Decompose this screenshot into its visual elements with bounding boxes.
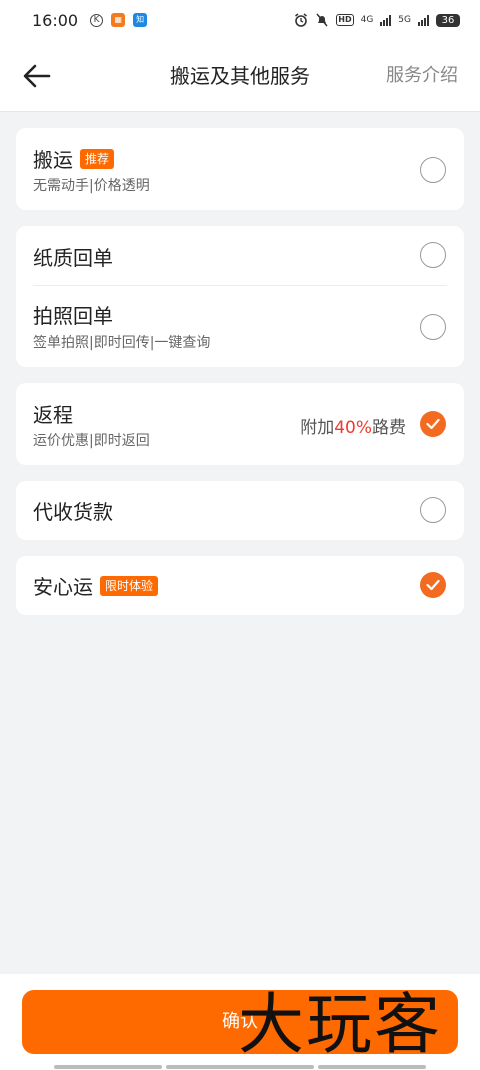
network-4g: 4G: [360, 15, 374, 25]
service-row-return-trip[interactable]: 返程 运价优惠|即时返回 附加40%路费: [16, 383, 464, 465]
radio-return-trip[interactable]: [420, 411, 446, 437]
home-indicator: [318, 1065, 426, 1069]
taobao-app-icon: ▦: [111, 13, 126, 27]
recommend-tag: 推荐: [80, 148, 115, 169]
network-5g: 5G: [398, 15, 411, 25]
bottom-bar: 确认: [0, 974, 480, 1070]
confirm-button[interactable]: 确认: [22, 990, 458, 1054]
checkmark-icon: [426, 579, 440, 591]
surcharge-suffix: 路费: [372, 418, 406, 438]
radio-moving[interactable]: [420, 157, 446, 183]
radio-paper-receipt[interactable]: [420, 242, 446, 268]
radio-photo-receipt[interactable]: [420, 314, 446, 340]
home-indicator: [54, 1065, 162, 1069]
secure-card: 安心运 限时体验: [16, 556, 464, 615]
limited-trial-tag: 限时体验: [100, 575, 159, 596]
home-indicator: [166, 1065, 314, 1069]
k-circle-icon: K: [90, 13, 104, 27]
service-title-row: 安心运 限时体验: [33, 571, 159, 600]
service-row-paper-receipt[interactable]: 纸质回单: [16, 226, 464, 286]
service-title: 返程: [33, 403, 73, 427]
service-row-photo-receipt[interactable]: 拍照回单 签单拍照|即时回传|一键查询: [16, 286, 464, 367]
status-bar: 16:00 K ▦ 知乎 HD 4G 5G 36: [0, 0, 480, 40]
signal-5g-icon: [418, 14, 429, 26]
service-title: 纸质回单: [33, 246, 113, 270]
status-right: HD 4G 5G 36: [294, 13, 460, 27]
nav-bar: 搬运及其他服务 服务介绍: [0, 40, 480, 112]
service-subtitle: 无需动手|价格透明: [33, 178, 150, 194]
service-subtitle: 签单拍照|即时回传|一键查询: [33, 335, 211, 351]
return-trip-card: 返程 运价优惠|即时返回 附加40%路费: [16, 383, 464, 465]
service-intro-link[interactable]: 服务介绍: [386, 40, 458, 112]
surcharge-percent: 40%: [334, 418, 372, 438]
service-row-cod[interactable]: 代收货款: [16, 481, 464, 540]
hd-badge: HD: [336, 14, 354, 26]
alarm-icon: [295, 13, 308, 27]
surcharge-prefix: 附加: [300, 418, 335, 438]
radio-secure[interactable]: [420, 572, 446, 598]
service-title: 安心运: [33, 575, 93, 599]
radio-cod[interactable]: [420, 497, 446, 523]
back-arrow-icon[interactable]: [22, 62, 52, 90]
moving-card: 搬运 推荐 无需动手|价格透明: [16, 128, 464, 210]
service-subtitle: 运价优惠|即时返回: [33, 433, 150, 449]
service-row-secure[interactable]: 安心运 限时体验: [16, 556, 464, 615]
signal-4g-icon: [380, 14, 392, 26]
service-row-moving[interactable]: 搬运 推荐 无需动手|价格透明: [16, 128, 464, 210]
service-title: 搬运: [33, 148, 73, 172]
mute-bell-icon: [316, 13, 328, 27]
status-left: 16:00 K ▦ 知乎: [32, 10, 148, 38]
receipt-card: 纸质回单 拍照回单 签单拍照|即时回传|一键查询: [16, 226, 464, 367]
service-title: 拍照回单: [33, 304, 113, 328]
service-title: 代收货款: [33, 500, 113, 524]
surcharge-note: 附加40%路费: [300, 413, 406, 438]
service-title-row: 搬运 推荐: [33, 144, 115, 173]
checkmark-icon: [426, 418, 440, 430]
battery-indicator: 36: [436, 13, 460, 27]
cod-card: 代收货款: [16, 481, 464, 540]
status-time: 16:00: [32, 10, 79, 30]
zhihu-app-icon: 知乎: [133, 13, 148, 38]
